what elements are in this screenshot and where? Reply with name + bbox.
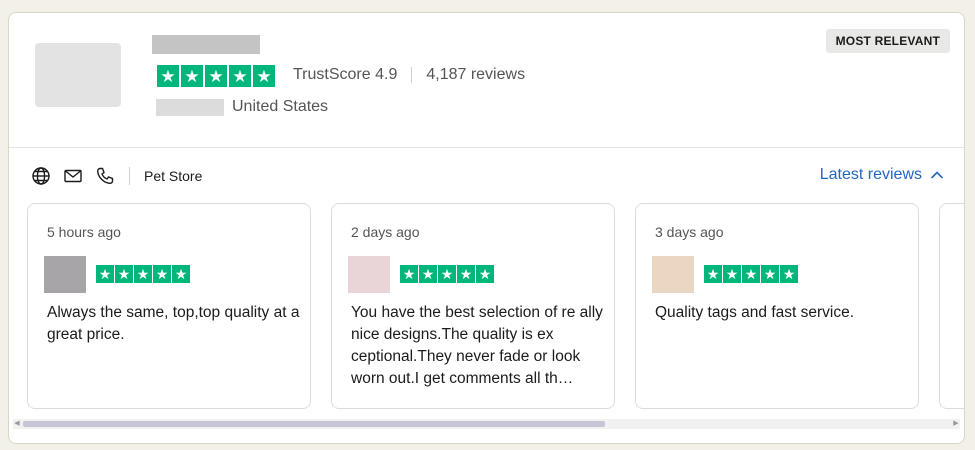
review-card-partial[interactable]: [939, 203, 964, 409]
trustscore-label: TrustScore 4.9: [293, 66, 398, 83]
star-icon: ★: [419, 265, 437, 283]
contact-bar: Pet Store: [31, 166, 202, 186]
review-text: You have the best selection of re ally n…: [351, 304, 603, 387]
chevron-up-icon: [930, 171, 944, 179]
star-icon: ★: [476, 265, 494, 283]
review-time: 5 hours ago: [47, 224, 121, 240]
business-category[interactable]: Pet Store: [144, 168, 202, 184]
review-card[interactable]: 3 days ago ★ ★ ★ ★ ★ Quality tags and fa…: [635, 203, 919, 409]
review-card[interactable]: 5 hours ago ★ ★ ★ ★ ★ Always the same, t…: [27, 203, 311, 409]
star-icon: ★: [723, 265, 741, 283]
scroll-left-icon[interactable]: ◀: [13, 419, 21, 429]
location-redacted: [156, 99, 224, 116]
review-stars: ★ ★ ★ ★ ★: [704, 265, 798, 283]
star-icon: ★: [157, 65, 179, 87]
star-icon: ★: [761, 265, 779, 283]
mail-icon[interactable]: [63, 166, 83, 186]
business-name-redacted[interactable]: [152, 35, 260, 54]
business-rating-stars: ★ ★ ★ ★ ★: [157, 65, 275, 87]
horizontal-scrollbar[interactable]: ◀ ▶: [13, 419, 960, 429]
divider: [411, 67, 413, 83]
star-icon: ★: [742, 265, 760, 283]
header-divider: [9, 147, 964, 148]
avatar: [348, 256, 390, 293]
star-icon: ★: [457, 265, 475, 283]
reviews-carousel[interactable]: 5 hours ago ★ ★ ★ ★ ★ Always the same, t…: [27, 203, 964, 411]
review-stars: ★ ★ ★ ★ ★: [400, 265, 494, 283]
review-text: Quality tags and fast service.: [655, 304, 855, 321]
star-icon: ★: [134, 265, 152, 283]
avatar: [652, 256, 694, 293]
star-icon: ★: [153, 265, 171, 283]
latest-reviews-label: Latest reviews: [819, 166, 922, 183]
business-country: United States: [232, 98, 329, 115]
star-icon: ★: [229, 65, 251, 87]
divider: [129, 167, 130, 185]
star-icon: ★: [172, 265, 190, 283]
latest-reviews-toggle[interactable]: Latest reviews: [820, 166, 944, 184]
star-icon: ★: [780, 265, 798, 283]
star-icon: ★: [253, 65, 275, 87]
sort-badge: MOST RELEVANT: [825, 29, 950, 53]
avatar: [44, 256, 86, 293]
review-text: Always the same, top,top quality at a gr…: [47, 304, 300, 343]
scroll-right-icon[interactable]: ▶: [952, 419, 960, 429]
star-icon: ★: [115, 265, 133, 283]
scrollbar-thumb[interactable]: [23, 421, 605, 427]
business-logo[interactable]: [35, 43, 121, 107]
star-icon: ★: [704, 265, 722, 283]
star-icon: ★: [181, 65, 203, 87]
reviews-count[interactable]: 4,187 reviews: [426, 66, 525, 84]
star-icon: ★: [438, 265, 456, 283]
review-stars: ★ ★ ★ ★ ★: [96, 265, 190, 283]
trustscore-summary: TrustScore 4.9 4,187 reviews: [293, 66, 525, 84]
review-time: 3 days ago: [655, 224, 724, 240]
star-icon: ★: [400, 265, 418, 283]
star-icon: ★: [96, 265, 114, 283]
phone-icon[interactable]: [95, 166, 115, 186]
review-time: 2 days ago: [351, 224, 420, 240]
globe-icon[interactable]: [31, 166, 51, 186]
business-review-widget: ★ ★ ★ ★ ★ TrustScore 4.9 4,187 reviews U…: [8, 12, 965, 444]
review-card[interactable]: 2 days ago ★ ★ ★ ★ ★ You have the best s…: [331, 203, 615, 409]
star-icon: ★: [205, 65, 227, 87]
